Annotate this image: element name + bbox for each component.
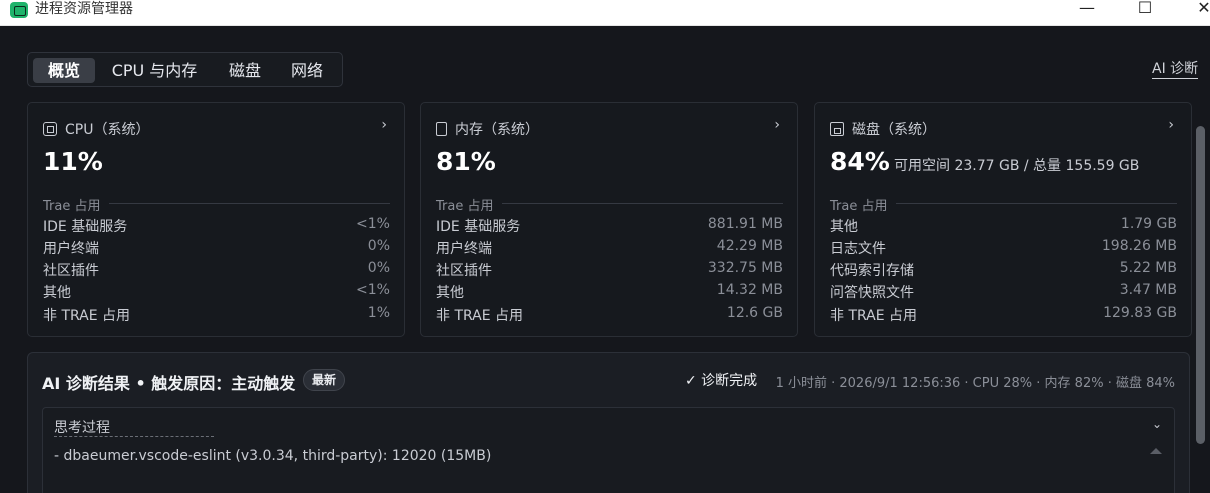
trae-usage-heading: Trae 占用 [436,195,783,214]
list-item: IDE 基础服务 <1% [43,216,390,235]
list-item: 问答快照文件 3.47 MB [830,282,1177,301]
memory-usage-value: 81% [436,147,496,176]
list-item: 非 TRAE 占用 129.83 GB [830,305,1177,324]
ai-diagnosis-link[interactable]: AI 诊断 [1152,60,1199,79]
memory-card-header: 内存（系统） [436,119,539,139]
diagnosis-title: AI 诊断结果 • 触发原因：主动触发 [42,374,296,393]
memory-card-title: 内存（系统） [455,122,539,138]
cpu-icon [43,122,57,136]
cpu-card-title: CPU（系统） [65,122,150,138]
chevron-down-icon[interactable]: ⌄ [1152,417,1162,431]
cpu-card-header: CPU（系统） [43,119,149,139]
thinking-text: - dbaeumer.vscode-eslint (v3.0.34, third… [54,448,492,464]
truncated-text-line [54,436,214,440]
title-bar: 进程资源管理器 — ☐ ✕ [0,0,1210,26]
chevron-right-icon[interactable]: › [1168,117,1174,133]
memory-card[interactable]: 内存（系统） › 81% Trae 占用 IDE 基础服务 881.91 MB 用… [420,102,798,337]
list-item: 其他 1.79 GB [830,216,1177,235]
disk-card[interactable]: 磁盘（系统） › 84% 可用空间 23.77 GB / 总量 155.59 G… [814,102,1192,337]
thinking-process-section[interactable]: 思考过程 ⌄ - dbaeumer.vscode-eslint (v3.0.34… [42,407,1175,493]
scroll-up-icon[interactable] [1150,448,1162,454]
tab-bar: 概览 CPU 与内存 磁盘 网络 [27,52,343,87]
chevron-right-icon[interactable]: › [774,117,780,133]
list-item: 用户终端 42.29 MB [436,238,783,257]
disk-icon [830,122,844,136]
window-title: 进程资源管理器 [35,1,133,17]
cpu-usage-value: 11% [43,147,103,176]
disk-usage-value: 84% [830,147,890,176]
tab-overview[interactable]: 概览 [33,58,95,83]
list-item: 非 TRAE 占用 1% [43,305,390,324]
list-item: 代码索引存储 5.22 MB [830,260,1177,279]
disk-card-header: 磁盘（系统） [830,119,936,139]
list-item: 社区插件 332.75 MB [436,260,783,279]
minimize-button[interactable]: — [1065,0,1109,18]
list-item: 日志文件 198.26 MB [830,238,1177,257]
list-item: IDE 基础服务 881.91 MB [436,216,783,235]
disk-card-title: 磁盘（系统） [852,122,936,138]
tab-disk[interactable]: 磁盘 [218,58,272,83]
close-button[interactable]: ✕ [1182,0,1210,18]
diagnosis-status: ✓ 诊断完成 [685,373,758,389]
disk-space-summary: 可用空间 23.77 GB / 总量 155.59 GB [894,158,1140,174]
list-item: 其他 <1% [43,282,390,301]
list-item: 非 TRAE 占用 12.6 GB [436,305,783,324]
scrollbar-thumb[interactable] [1196,126,1205,444]
tab-network[interactable]: 网络 [280,58,334,83]
chevron-right-icon[interactable]: › [381,117,387,133]
tab-cpu-memory[interactable]: CPU 与内存 [102,58,207,83]
trae-usage-heading: Trae 占用 [830,195,1177,214]
maximize-button[interactable]: ☐ [1123,0,1167,18]
trae-usage-heading: Trae 占用 [43,195,390,214]
list-item: 社区插件 0% [43,260,390,279]
list-item: 其他 14.32 MB [436,282,783,301]
list-item: 用户终端 0% [43,238,390,257]
latest-badge: 最新 [303,369,346,391]
ai-diagnosis-panel: AI 诊断结果 • 触发原因：主动触发 最新 ✓ 诊断完成 1 小时前 · 20… [27,352,1190,493]
app-icon [10,2,28,18]
memory-icon [436,122,447,136]
thinking-process-label: 思考过程 [54,420,110,436]
cpu-card[interactable]: CPU（系统） › 11% Trae 占用 IDE 基础服务 <1% 用户终端 0%… [27,102,405,337]
diagnosis-meta: 1 小时前 · 2026/9/1 12:56:36 · CPU 28% · 内存… [775,376,1175,391]
